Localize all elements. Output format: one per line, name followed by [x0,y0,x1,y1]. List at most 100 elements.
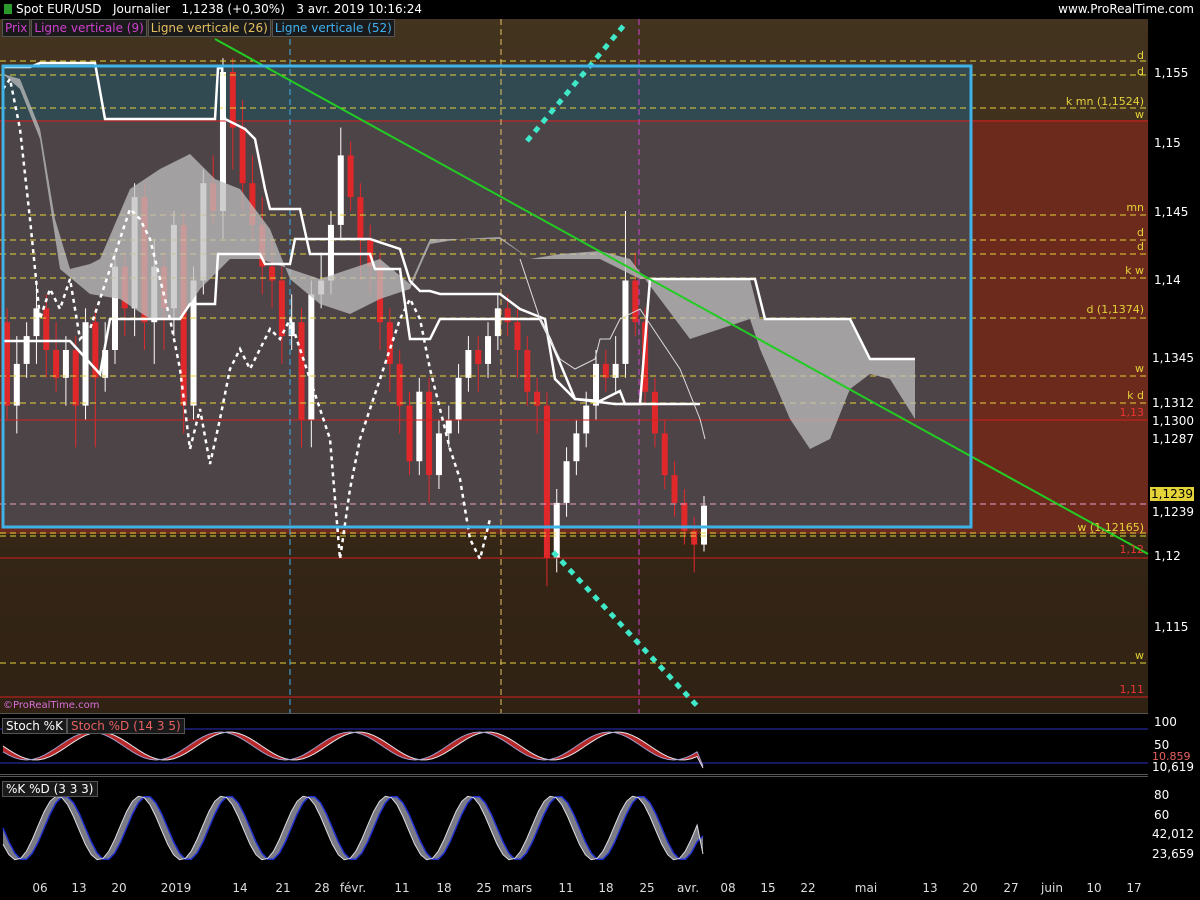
kd-d-title: %D [29,782,50,796]
x-tick: juin [1041,881,1063,895]
x-tick: 18 [598,881,614,895]
candle-body [514,322,521,350]
tick-11287: 1,1287 [1152,432,1194,446]
x-tick: 13 [71,881,87,895]
tick-114: 1,14 [1154,273,1181,287]
lvl-d1: d [1137,49,1144,62]
candle-body [43,308,50,350]
stoch-params: (14 3 5) [133,719,181,733]
level-labels: d d k mn (1,1524) w mn d d k w d (1,1374… [1000,19,1148,713]
x-axis: 06 13 20 2019 14 21 28 févr. 11 18 25 mars 11 18 25 avr… [0,878,1150,900]
candle-body [426,391,433,476]
lvl-w2: w [1135,362,1144,375]
candle-body [72,350,79,406]
x-tick: 25 [476,881,492,895]
lvl-w1: w [1135,108,1144,121]
x-tick: avr. [676,881,700,895]
candle-body [701,505,707,545]
tick-11312: 1,1312 [1152,396,1194,410]
x-tick: févr. [339,881,367,895]
candle-body [406,405,413,462]
tag-v9[interactable]: Ligne verticale (9) [31,19,147,37]
lvl-w3: w [1135,649,1144,662]
candle-body [661,433,668,476]
lvl-kw: k w [1125,264,1144,277]
x-tick: 11 [394,881,410,895]
symbol: Spot EUR/USD [16,2,102,16]
tick-115: 1,15 [1154,136,1181,150]
tag-v52[interactable]: Ligne verticale (52) [271,19,395,37]
x-tick: 11 [558,881,574,895]
title-bar: Spot EUR/USD Journalier 1,1238 (+0,30%) … [0,0,1200,19]
kd-axis-60: 60 [1154,808,1170,822]
x-tick: 28 [314,881,330,895]
period: Journalier [112,2,171,16]
candle-body [82,322,89,406]
candle-body [573,433,580,462]
x-tick: 06 [32,881,48,895]
lvl-mn: mn [1126,201,1144,214]
candle-body [229,72,236,128]
lvl-d3: d [1137,226,1144,239]
candle-body [445,419,452,434]
lvl-d1374: d (1,1374) [1086,303,1144,316]
x-tick: mai [854,881,878,895]
tick-11239: 1,1239 [1152,505,1194,519]
candle-body [347,155,354,198]
candle-body [396,363,403,406]
datetime: 3 avr. 2019 10:16:24 [296,2,422,16]
kd-value1: 42,012 [1152,827,1194,841]
stoch-legend: Stoch %K Stoch %D (14 3 5) [2,715,185,734]
x-tick: 27 [1003,881,1019,895]
kd-params: (3 3 3) [53,782,94,796]
x-tick: 18 [436,881,452,895]
candle-body [485,336,492,364]
kd-k-title: %K [6,782,26,796]
candle-body [33,308,40,337]
x-tick: 20 [111,881,127,895]
tick-1155: 1,155 [1154,66,1189,80]
tag-prix[interactable]: Prix [2,19,31,37]
lvl-red-mid: 1,12 [1119,543,1145,556]
x-tick: 14 [232,881,248,895]
candle-body [416,391,423,462]
candle-body [327,224,334,281]
candle-body [53,350,60,378]
candle-body [632,280,639,323]
candle-body [494,308,501,337]
candle-body [239,127,246,184]
tick-1145: 1,145 [1154,205,1189,219]
candle-body [337,155,344,225]
candle-body [651,391,658,434]
candle-body [465,350,472,378]
lvl-red-top: 1,13 [1119,406,1145,419]
stoch-k-tag[interactable]: Stoch %K [2,718,67,734]
candle-body [308,294,315,420]
x-tick: 22 [800,881,816,895]
candle-body [278,280,285,337]
x-tick: 20 [962,881,978,895]
x-tick: 13 [922,881,938,895]
last-price: 1,1238 (+0,30%) [181,2,285,16]
stoch-d-tag[interactable]: Stoch %D (14 3 5) [66,718,185,734]
x-tick: 17 [1126,881,1142,895]
site-label[interactable]: www.ProRealTime.com [1058,0,1194,19]
lvl-w1216: w (1,12165) [1077,521,1144,534]
stoch-value: 10,619 [1152,760,1194,774]
tick-112: 1,12 [1154,549,1181,563]
x-tick: mars [501,881,533,895]
candle-body [357,197,364,239]
stoch-d-title: Stoch %D [70,719,130,733]
lvl-d4: d [1137,240,1144,253]
candle-body [4,322,10,406]
candle-body [435,433,442,476]
x-tick: 21 [275,881,291,895]
kd-panel[interactable] [0,776,1200,878]
candle-body [475,350,482,364]
candle-body [386,322,393,364]
lvl-red-bottom: 1,11 [1119,683,1145,696]
tag-v26[interactable]: Ligne verticale (26) [147,19,271,37]
x-tick: 2019 [160,881,192,895]
candle-body [455,377,462,420]
kd-k-tag[interactable]: %K %D (3 3 3) [2,781,98,797]
